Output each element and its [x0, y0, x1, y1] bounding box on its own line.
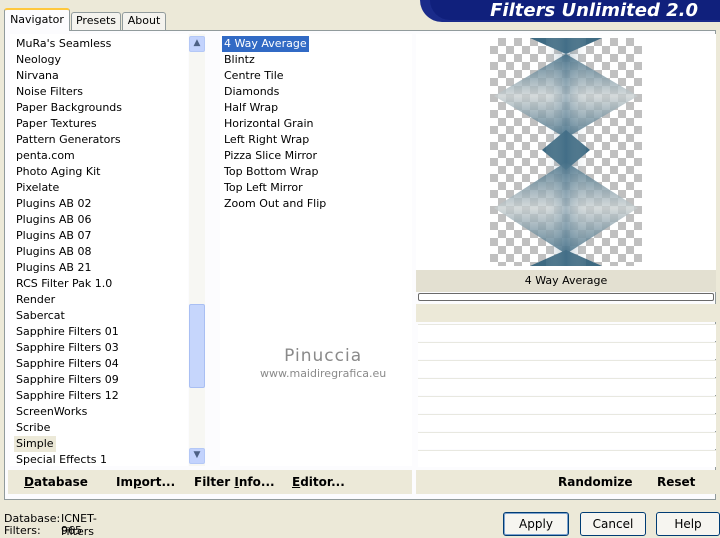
- category-item[interactable]: Plugins AB 21: [14, 260, 93, 276]
- watermark-name: Pinuccia: [284, 346, 363, 366]
- parameter-slot: [418, 360, 716, 377]
- category-item[interactable]: Plugins AB 02: [14, 196, 93, 212]
- category-item[interactable]: Pixelate: [14, 180, 61, 196]
- filters-label: Filters:: [4, 524, 41, 537]
- filter-item[interactable]: Half Wrap: [222, 100, 280, 116]
- progress-bar: [418, 293, 714, 301]
- filter-item[interactable]: Top Bottom Wrap: [222, 164, 321, 180]
- category-item[interactable]: Render: [14, 292, 57, 308]
- category-item[interactable]: Sapphire Filters 01: [14, 324, 121, 340]
- category-item[interactable]: Photo Aging Kit: [14, 164, 102, 180]
- watermark: Pinuccia www.maidiregrafica.eu: [260, 346, 386, 380]
- category-item[interactable]: Paper Backgrounds: [14, 100, 124, 116]
- category-item[interactable]: Plugins AB 07: [14, 228, 93, 244]
- category-item[interactable]: Paper Textures: [14, 116, 99, 132]
- category-item[interactable]: Plugins AB 08: [14, 244, 93, 260]
- reset-button[interactable]: Reset: [657, 470, 695, 494]
- category-item[interactable]: Nirvana: [14, 68, 61, 84]
- filter-item[interactable]: Pizza Slice Mirror: [222, 148, 319, 164]
- filter-item[interactable]: Zoom Out and Flip: [222, 196, 328, 212]
- title-banner: Filters Unlimited 2.0: [420, 0, 720, 22]
- parameter-slot: [418, 396, 716, 413]
- database-button[interactable]: Database: [24, 470, 88, 494]
- category-item[interactable]: ScreenWorks: [14, 404, 89, 420]
- scroll-down-icon[interactable]: ▼: [189, 448, 205, 464]
- parameter-slot: [418, 378, 716, 395]
- editor-button[interactable]: Editor...: [292, 470, 345, 494]
- watermark-url: www.maidiregrafica.eu: [260, 367, 387, 380]
- preview-area: [416, 34, 716, 270]
- import-button[interactable]: Import...: [116, 470, 175, 494]
- scroll-up-icon[interactable]: ▲: [189, 36, 205, 52]
- randomize-button[interactable]: Randomize: [558, 470, 632, 494]
- category-item[interactable]: Sabercat: [14, 308, 67, 324]
- category-item[interactable]: Sapphire Filters 12: [14, 388, 121, 404]
- category-item[interactable]: Pattern Generators: [14, 132, 123, 148]
- category-item[interactable]: Simple: [14, 436, 56, 452]
- navigator-toolbar: Database Import... Filter Info... Editor…: [8, 470, 412, 494]
- category-item[interactable]: Sapphire Filters 09: [14, 372, 121, 388]
- preview-image: [490, 38, 642, 266]
- tab-about[interactable]: About: [122, 12, 166, 30]
- apply-button[interactable]: Apply: [503, 512, 569, 536]
- filter-item[interactable]: Top Left Mirror: [222, 180, 305, 196]
- category-item[interactable]: Sapphire Filters 03: [14, 340, 121, 356]
- filter-item[interactable]: Centre Tile: [222, 68, 286, 84]
- parameter-slot: [418, 414, 716, 431]
- parameter-slot: [418, 432, 716, 449]
- scroll-thumb[interactable]: [189, 304, 205, 388]
- category-item[interactable]: Scribe: [14, 420, 52, 436]
- filter-list[interactable]: 4 Way Average Blintz Centre Tile Diamonds Ha…: [220, 34, 412, 466]
- help-button[interactable]: Help: [656, 512, 720, 536]
- category-item[interactable]: penta.com: [14, 148, 77, 164]
- app-title: Filters Unlimited 2.0: [490, 0, 698, 21]
- filter-info-button[interactable]: Filter Info...: [194, 470, 275, 494]
- filter-item[interactable]: Blintz: [222, 52, 257, 68]
- filter-item[interactable]: 4 Way Average: [222, 36, 309, 52]
- separator: [416, 304, 716, 322]
- parameter-slot: [418, 342, 716, 359]
- parameter-slot: [418, 324, 716, 341]
- parameter-slot: [418, 450, 716, 467]
- category-item[interactable]: Sapphire Filters 04: [14, 356, 121, 372]
- category-item[interactable]: Plugins AB 06: [14, 212, 93, 228]
- category-item[interactable]: MuRa's Seamless: [14, 36, 113, 52]
- filter-item[interactable]: Horizontal Grain: [222, 116, 315, 132]
- preview-filter-name: 4 Way Average: [416, 270, 716, 292]
- filters-count: 965: [61, 524, 82, 537]
- tab-navigator[interactable]: Navigator: [4, 8, 70, 31]
- category-scrollbar[interactable]: ▲ ▼: [189, 34, 205, 466]
- category-list[interactable]: MuRa's Seamless Neology Nirvana Noise Filte…: [10, 34, 188, 466]
- category-item[interactable]: Special Effects 1: [14, 452, 109, 466]
- filter-item[interactable]: Diamonds: [222, 84, 281, 100]
- category-item[interactable]: Noise Filters: [14, 84, 85, 100]
- filter-item[interactable]: Left Right Wrap: [222, 132, 311, 148]
- filters-status: Filters: 965: [4, 524, 82, 537]
- category-item[interactable]: RCS Filter Pak 1.0: [14, 276, 114, 292]
- preview-toolbar: Randomize Reset: [416, 470, 716, 494]
- cancel-button[interactable]: Cancel: [580, 512, 646, 536]
- category-item[interactable]: Neology: [14, 52, 63, 68]
- tab-presets[interactable]: Presets: [71, 12, 121, 30]
